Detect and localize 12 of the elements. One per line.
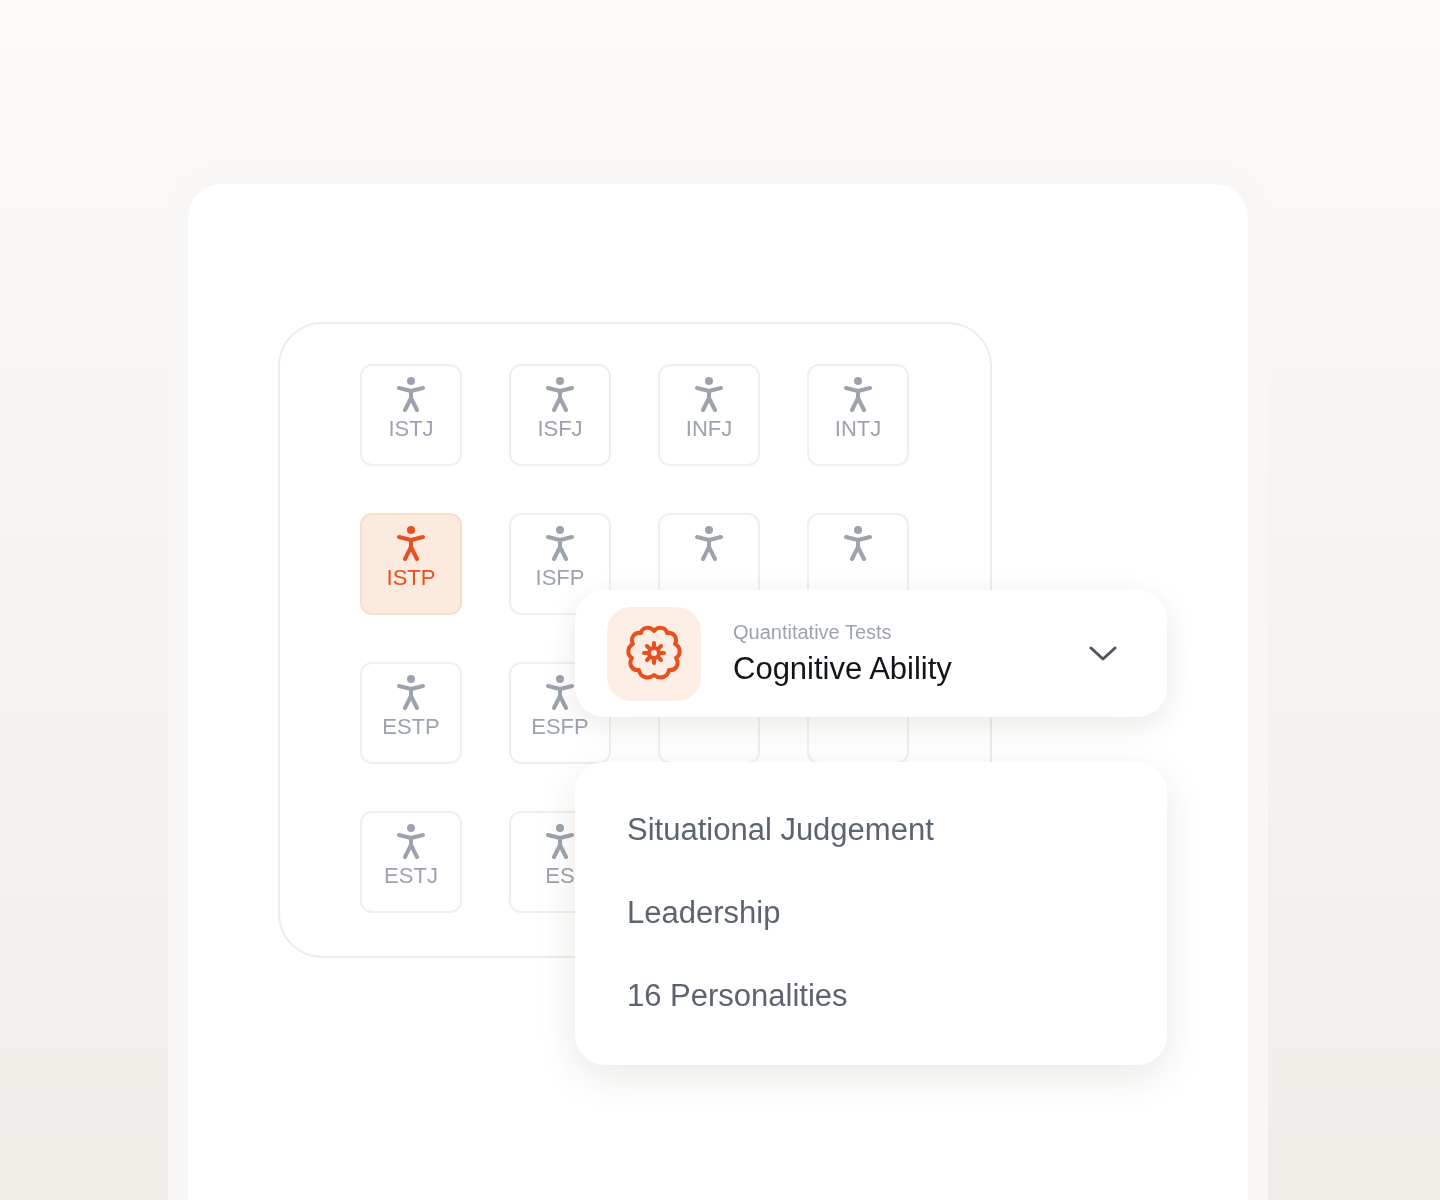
type-label: ESTJ (384, 865, 438, 887)
type-label: ISFP (535, 567, 585, 589)
type-label: ISFJ (537, 418, 583, 440)
type-label: ESFP (531, 716, 589, 738)
type-label: ISTP (386, 567, 436, 589)
type-label: INTJ (834, 418, 882, 440)
select-value: Cognitive Ability (733, 649, 953, 688)
type-label: ES (545, 865, 575, 887)
type-label: ESTP (382, 716, 440, 738)
type-label: ISTJ (388, 418, 434, 440)
type-label: INFJ (685, 418, 733, 440)
select-category: Quantitative Tests (733, 619, 893, 645)
